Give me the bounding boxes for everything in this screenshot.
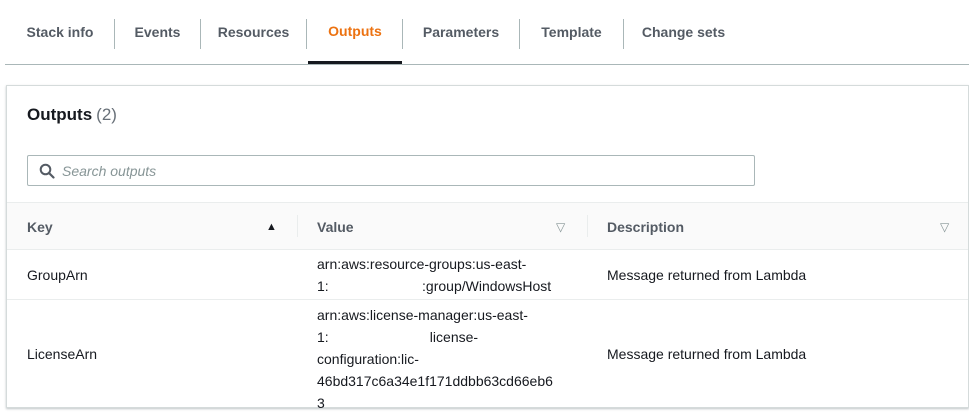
table-row: GroupArn arn:aws:resource-groups:us-east…	[7, 250, 968, 300]
panel-title-text: Outputs	[27, 105, 93, 124]
output-value: arn:aws:license-manager:us-east- 1: lice…	[317, 304, 553, 414]
value-line: arn:aws:license-manager:us-east-	[317, 307, 528, 323]
tab-stack-info[interactable]: Stack info	[5, 0, 115, 64]
output-key: GroupArn	[27, 267, 88, 283]
search-box[interactable]	[27, 155, 755, 186]
tab-events[interactable]: Events	[115, 0, 200, 64]
column-header-description[interactable]: Description	[607, 203, 927, 250]
tab-parameters[interactable]: Parameters	[403, 0, 519, 64]
column-divider[interactable]	[297, 215, 298, 237]
caret-down-outline-icon[interactable]: ▽	[556, 203, 565, 250]
value-line: 1: license-	[317, 329, 479, 345]
caret-down-outline-icon[interactable]: ▽	[940, 203, 949, 250]
value-line: configuration:lic-	[317, 351, 419, 367]
value-line: 46bd317c6a34e1f171ddbb63cd66eb6	[317, 373, 553, 389]
output-description: Message returned from Lambda	[607, 346, 807, 362]
column-divider[interactable]	[587, 215, 588, 237]
panel-title: Outputs (2)	[27, 105, 117, 125]
table-row: LicenseArn arn:aws:license-manager:us-ea…	[7, 300, 968, 411]
tab-resources[interactable]: Resources	[201, 0, 306, 64]
column-label-key: Key	[27, 218, 53, 235]
tab-outputs[interactable]: Outputs	[308, 0, 402, 64]
output-description: Message returned from Lambda	[607, 267, 807, 283]
search-input[interactable]	[62, 156, 742, 185]
column-header-value[interactable]: Value	[317, 203, 557, 250]
tab-divider	[306, 19, 307, 49]
output-key: LicenseArn	[27, 346, 98, 362]
column-label-description: Description	[607, 218, 685, 235]
output-count: (2)	[96, 105, 117, 124]
value-line: 1: :group/WindowsHost	[317, 278, 552, 294]
column-header-key[interactable]: Key	[27, 203, 277, 250]
tab-change-sets[interactable]: Change sets	[624, 0, 743, 64]
output-value: arn:aws:resource-groups:us-east- 1: :gro…	[317, 253, 551, 297]
table-header: Key ▲ Value ▽ Description ▽	[7, 202, 968, 250]
outputs-panel: Outputs(2) Key ▲ Value ▽ Description ▽ G…	[6, 85, 969, 411]
tab-template[interactable]: Template	[520, 0, 623, 64]
value-line: arn:aws:resource-groups:us-east-	[317, 256, 527, 272]
caret-up-icon[interactable]: ▲	[266, 203, 277, 250]
value-line: 3	[317, 395, 325, 411]
tab-bar: Stack info Events Resources Outputs Para…	[5, 0, 969, 65]
column-label-value: Value	[317, 218, 354, 235]
search-icon	[39, 163, 55, 179]
